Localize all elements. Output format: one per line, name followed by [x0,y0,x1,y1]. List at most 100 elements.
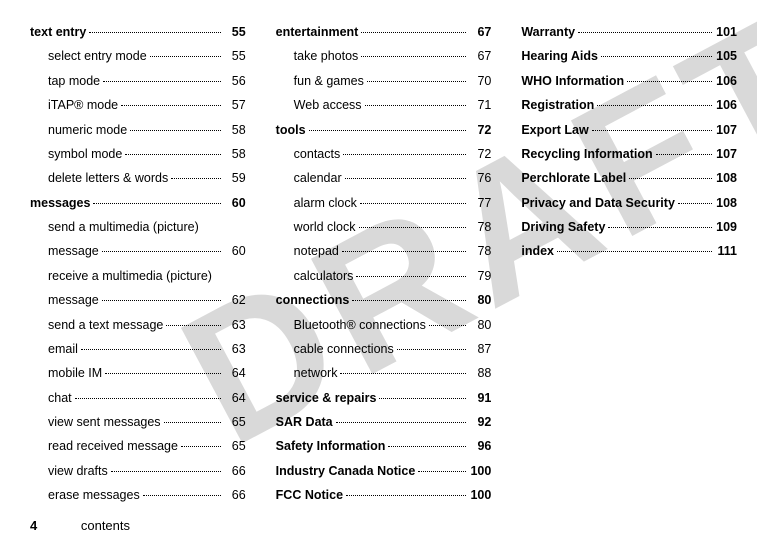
toc-leader-dots [361,56,466,57]
toc-entry-page: 60 [224,191,246,215]
toc-entry-label: Web access [294,93,362,117]
toc-leader-dots [309,130,467,131]
toc-entry: Driving Safety 109 [521,215,737,239]
toc-leader-dots [93,203,220,204]
toc-entry-label: FCC Notice [276,483,343,507]
toc-column-3: Warranty101Hearing Aids105WHO Informatio… [521,20,737,508]
toc-column-1: text entry55select entry mode55tap mode5… [30,20,246,508]
toc-leader-dots [150,56,221,57]
toc-entry: tap mode56 [30,69,246,93]
toc-leader-dots [388,446,466,447]
toc-entry-label: Hearing Aids [521,44,598,68]
toc-entry-page: 109 [715,215,737,239]
footer-page-number: 4 [30,518,37,533]
toc-entry: messages 60 [30,191,246,215]
toc-entry-label: entertainment [276,20,359,44]
toc-leader-dots [592,130,712,131]
toc-leader-dots [89,32,220,33]
toc-leader-dots [171,178,220,179]
toc-entry-page: 107 [715,118,737,142]
toc-entry-label: message [48,239,99,263]
toc-entry: index111 [521,239,737,263]
toc-leader-dots [130,130,220,131]
toc-entry: iTAP® mode57 [30,93,246,117]
toc-entry-label: Industry Canada Notice [276,459,416,483]
toc-entry-label: messages [30,191,90,215]
toc-entry-label: Privacy and Data Security [521,191,675,215]
toc-entry-page: 66 [224,459,246,483]
toc-leader-dots [601,56,712,57]
toc-entry: notepad78 [276,239,492,263]
toc-entry: Industry Canada Notice 100 [276,459,492,483]
toc-entry-label: Driving Safety [521,215,605,239]
toc-entry-label: world clock [294,215,356,239]
toc-leader-dots [365,105,467,106]
toc-entry-label: index [521,239,554,263]
toc-leader-dots [336,422,467,423]
toc-leader-dots [397,349,467,350]
toc-entry-label: message [48,288,99,312]
toc-entry-page: 108 [715,191,737,215]
toc-entry-label: Export Law [521,118,588,142]
toc-entry-label: chat [48,386,72,410]
toc-entry-label: view drafts [48,459,108,483]
toc-column-2: entertainment67take photos67fun & games7… [276,20,492,508]
toc-entry-page: 96 [469,434,491,458]
toc-entry-page: 91 [469,386,491,410]
toc-entry: WHO Information106 [521,69,737,93]
toc-entry: calculators79 [276,264,492,288]
toc-entry: fun & games 70 [276,69,492,93]
toc-entry-label: Perchlorate Label [521,166,626,190]
toc-entry: receive a multimedia (picture) [30,264,246,288]
toc-entry: email63 [30,337,246,361]
toc-entry-page: 80 [469,288,491,312]
toc-entry-label: network [294,361,338,385]
toc-leader-dots [102,300,221,301]
toc-entry-page: 76 [469,166,491,190]
toc-entry-label: service & repairs [276,386,377,410]
toc-entry-page: 66 [224,483,246,507]
toc-entry: symbol mode58 [30,142,246,166]
toc-entry: erase messages66 [30,483,246,507]
toc-leader-dots [164,422,221,423]
toc-leader-dots [346,495,466,496]
toc-leader-dots [81,349,221,350]
toc-entry: take photos67 [276,44,492,68]
toc-entry-label: Bluetooth® connections [294,313,426,337]
toc-entry-label: fun & games [294,69,364,93]
toc-entry-label: send a text message [48,313,163,337]
toc-entry-page: 59 [224,166,246,190]
toc-leader-dots [627,81,712,82]
toc-entry-page: 100 [469,459,491,483]
toc-entry: FCC Notice100 [276,483,492,507]
toc-entry: Hearing Aids105 [521,44,737,68]
toc-entry: Safety Information96 [276,434,492,458]
toc-entry: send a text message63 [30,313,246,337]
toc-leader-dots [359,227,467,228]
toc-entry-label: send a multimedia (picture) [48,215,199,239]
toc-entry-label: SAR Data [276,410,333,434]
toc-entry-label: text entry [30,20,86,44]
toc-entry-page: 101 [715,20,737,44]
toc-entry: delete letters & words59 [30,166,246,190]
toc-entry-page: 64 [224,361,246,385]
toc-entry-page: 56 [224,69,246,93]
toc-entry-page: 55 [224,44,246,68]
toc-leader-dots [121,105,221,106]
toc-leader-dots [578,32,712,33]
toc-leader-dots [352,300,466,301]
toc-entry: contacts72 [276,142,492,166]
toc-leader-dots [102,251,221,252]
toc-leader-dots [356,276,466,277]
toc-entry-page: 57 [224,93,246,117]
toc-leader-dots [597,105,712,106]
toc-entry: view drafts 66 [30,459,246,483]
toc-entry-label: alarm clock [294,191,357,215]
toc-entry-label: calculators [294,264,354,288]
toc-entry-page: 70 [469,69,491,93]
toc-entry: Privacy and Data Security 108 [521,191,737,215]
toc-entry-page: 62 [224,288,246,312]
toc-entry: text entry55 [30,20,246,44]
toc-leader-dots [429,325,466,326]
toc-entry: read received message65 [30,434,246,458]
